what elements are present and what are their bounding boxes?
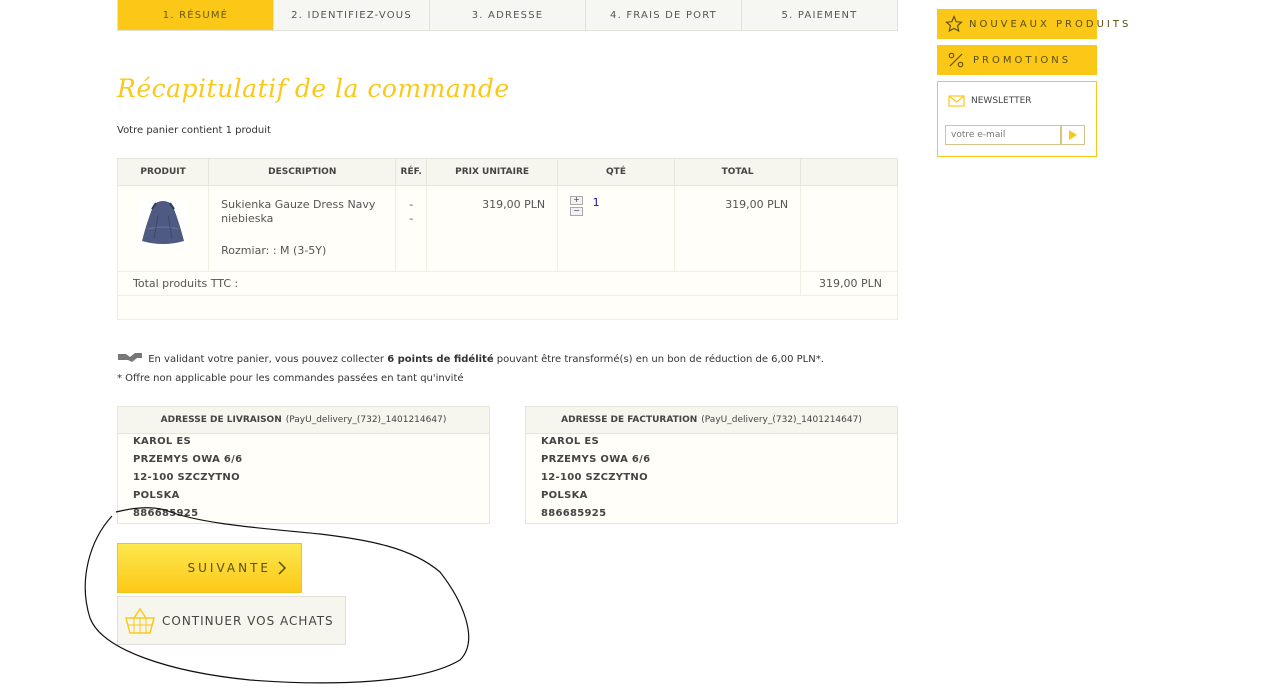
loyalty-message: En validant votre panier, vous pouvez co… bbox=[117, 350, 824, 365]
star-icon bbox=[945, 13, 963, 35]
ref-value-2: - bbox=[409, 212, 414, 225]
qty-value[interactable]: 1 bbox=[593, 196, 600, 209]
invoice-line-phone: 886685925 bbox=[541, 508, 607, 519]
cart-summary-table: Produit Description Réf. Prix unitaire Q… bbox=[116, 158, 898, 320]
total-products-label: Total produits TTC : bbox=[116, 271, 802, 296]
loyalty-note: * Offre non applicable pour les commande… bbox=[117, 373, 464, 384]
invoice-line-street: PRZEMYS OWA 6/6 bbox=[541, 454, 651, 465]
delivery-line-name: KAROL ES bbox=[133, 436, 191, 447]
invoice-address-header: Adresse de facturation (PayU_delivery_(7… bbox=[526, 407, 897, 434]
product-attributes: Rozmiar: : M (3-5Y) bbox=[221, 244, 327, 257]
promotions-label: PROMOTIONS bbox=[973, 54, 1072, 66]
qty-cell: + − 1 bbox=[557, 185, 675, 272]
checkout-steps: 1. Résumé 2. Identifiez-vous 3. Adresse … bbox=[117, 0, 898, 31]
delivery-line-city: 12-100 SZCZYTNO bbox=[133, 472, 240, 483]
ref-cell: - - bbox=[395, 185, 428, 272]
invoice-address-title: Adresse de facturation bbox=[561, 415, 698, 425]
next-step-label: SUIVANTE bbox=[187, 561, 271, 575]
qty-decrease-button[interactable]: − bbox=[570, 207, 584, 216]
delivery-line-country: POLSKA bbox=[133, 490, 180, 501]
basket-icon bbox=[118, 606, 162, 636]
ref-value: - bbox=[409, 198, 414, 211]
page-title: Récapitulatif de la commande bbox=[117, 74, 510, 103]
col-ref: Réf. bbox=[395, 158, 428, 186]
product-image-cell bbox=[116, 185, 210, 272]
description-cell: Sukienka Gauze Dress Navy niebieska Rozm… bbox=[208, 185, 397, 272]
step-summary[interactable]: 1. Résumé bbox=[118, 0, 274, 30]
total-products-row: Total produits TTC : 319,00 PLN bbox=[116, 271, 898, 296]
continue-shopping-label: CONTINUER VOS ACHATS bbox=[162, 613, 334, 628]
newsletter-email-input[interactable] bbox=[945, 125, 1061, 145]
delivery-address-header: Adresse de livraison (PayU_delivery_(732… bbox=[118, 407, 489, 434]
continue-shopping-button[interactable]: CONTINUER VOS ACHATS bbox=[117, 596, 346, 645]
col-total: Total bbox=[673, 158, 802, 186]
newsletter-submit-button[interactable] bbox=[1061, 125, 1085, 145]
product-image[interactable] bbox=[140, 199, 187, 247]
invoice-line-name: KAROL ES bbox=[541, 436, 599, 447]
qty-stepper: + − bbox=[570, 196, 584, 216]
next-step-button[interactable]: SUIVANTE bbox=[117, 543, 302, 593]
play-arrow-icon bbox=[1069, 130, 1077, 140]
invoice-line-country: POLSKA bbox=[541, 490, 588, 501]
delivery-line-phone: 886685925 bbox=[133, 508, 199, 519]
new-products-label: NOUVEAUX PRODUITS bbox=[969, 18, 1132, 30]
col-description: Description bbox=[208, 158, 397, 186]
qty-increase-button[interactable]: + bbox=[570, 196, 584, 205]
invoice-address-box: Adresse de facturation (PayU_delivery_(7… bbox=[525, 406, 898, 524]
envelope-icon bbox=[948, 95, 965, 107]
loyalty-points: 6 points de fidélité bbox=[387, 354, 494, 365]
invoice-line-city: 12-100 SZCZYTNO bbox=[541, 472, 648, 483]
delivery-address-alias: (PayU_delivery_(732)_1401214647) bbox=[285, 415, 447, 425]
invoice-address-alias: (PayU_delivery_(732)_1401214647) bbox=[701, 415, 862, 425]
col-product: Produit bbox=[116, 158, 210, 186]
table-footer-cell bbox=[117, 295, 898, 320]
table-footer-row bbox=[117, 295, 898, 320]
table-row: Sukienka Gauze Dress Navy niebieska Rozm… bbox=[116, 185, 898, 272]
total-cell: 319,00 PLN bbox=[673, 185, 802, 272]
step-shipping[interactable]: 4. Frais de port bbox=[586, 0, 742, 30]
step-payment[interactable]: 5. Paiement bbox=[742, 0, 897, 30]
col-delete bbox=[800, 158, 898, 186]
col-unit-price: Prix unitaire bbox=[426, 158, 559, 186]
cart-count: Votre panier contient 1 produit bbox=[117, 125, 271, 136]
col-qty: Qté bbox=[557, 158, 675, 186]
loyalty-text-before: En validant votre panier, vous pouvez co… bbox=[148, 354, 388, 365]
percent-icon bbox=[945, 49, 967, 71]
loyalty-text-after: pouvant être transformé(s) en un bon de … bbox=[493, 354, 824, 365]
step-login[interactable]: 2. Identifiez-vous bbox=[274, 0, 430, 30]
newsletter-title: NEWSLETTER bbox=[971, 96, 1032, 106]
promotions-link[interactable]: PROMOTIONS bbox=[937, 45, 1097, 75]
newsletter-heading: NEWSLETTER bbox=[948, 94, 1032, 108]
delivery-address-title: Adresse de livraison bbox=[160, 415, 282, 425]
step-address[interactable]: 3. Adresse bbox=[430, 0, 586, 30]
handshake-icon bbox=[118, 353, 142, 362]
new-products-link[interactable]: NOUVEAUX PRODUITS bbox=[937, 9, 1128, 39]
delivery-address-box: Adresse de livraison (PayU_delivery_(732… bbox=[117, 406, 490, 524]
chevron-right-icon bbox=[278, 561, 287, 575]
newsletter-box: NEWSLETTER bbox=[937, 81, 1097, 157]
product-name-link[interactable]: Sukienka Gauze Dress Navy niebieska bbox=[221, 198, 383, 226]
unit-price-cell: 319,00 PLN bbox=[426, 185, 559, 272]
delete-cell bbox=[800, 185, 898, 272]
total-products-value: 319,00 PLN bbox=[800, 271, 898, 296]
delivery-line-street: PRZEMYS OWA 6/6 bbox=[133, 454, 243, 465]
